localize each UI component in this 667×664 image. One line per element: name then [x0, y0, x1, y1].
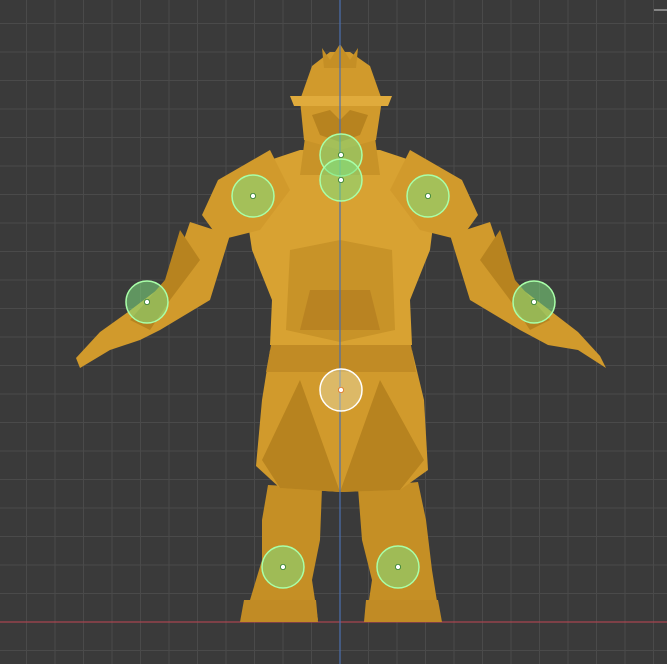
wrist-left-marker[interactable] — [512, 280, 556, 324]
wrist-right-marker[interactable] — [125, 280, 169, 324]
viewport-canvas[interactable] — [0, 0, 667, 664]
left-foot — [240, 600, 318, 622]
3d-viewport[interactable] — [0, 0, 667, 664]
chest-marker[interactable] — [319, 158, 363, 202]
marker-center-dot — [531, 298, 538, 305]
marker-center-dot — [279, 564, 286, 571]
marker-center-dot — [337, 151, 344, 158]
right-foot — [364, 600, 442, 622]
marker-center-dot — [249, 192, 256, 199]
marker-center-dot — [424, 192, 431, 199]
marker-center-dot — [394, 564, 401, 571]
ankle-left-marker[interactable] — [376, 545, 420, 589]
ankle-right-marker[interactable] — [261, 545, 305, 589]
shoulder-left-marker[interactable] — [406, 174, 450, 218]
marker-center-dot — [337, 176, 344, 183]
helmet-brim — [290, 96, 392, 106]
hips-marker[interactable] — [319, 368, 363, 412]
marker-center-dot — [337, 386, 344, 393]
shoulder-right-marker[interactable] — [231, 174, 275, 218]
marker-center-dot — [143, 298, 150, 305]
